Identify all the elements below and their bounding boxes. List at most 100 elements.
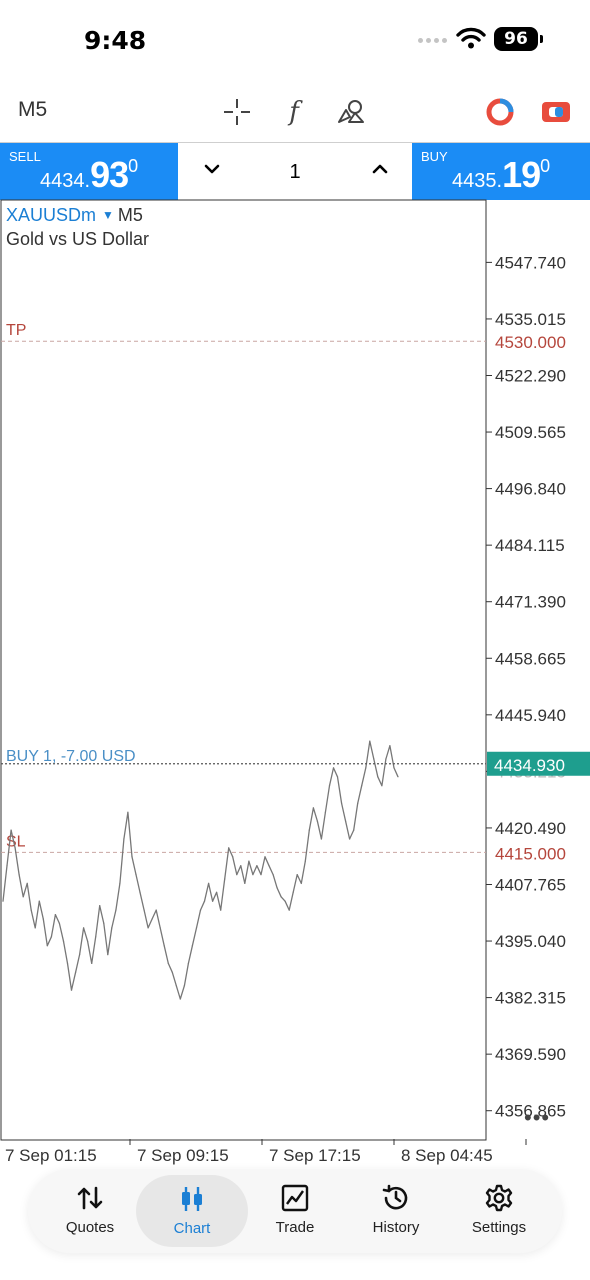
- price-point: [260, 874, 262, 876]
- price-point: [236, 874, 238, 876]
- y-tick-label: 4369.590: [495, 1045, 566, 1064]
- buy-button[interactable]: BUY 4435.190: [412, 143, 590, 200]
- trade-toggle-icon[interactable]: [484, 96, 516, 128]
- price-point: [22, 896, 24, 898]
- objects-icon[interactable]: [335, 96, 367, 128]
- lot-size-control: 1: [178, 143, 412, 200]
- status-time: 9:48: [84, 26, 147, 55]
- price-point: [349, 838, 351, 840]
- account-icon[interactable]: [540, 96, 572, 128]
- nav-settings[interactable]: Settings: [447, 1169, 551, 1253]
- price-point: [79, 954, 81, 956]
- price-point: [385, 758, 387, 760]
- chart-canvas[interactable]: 4547.740 4535.015 4522.290 4509.565 4496.840…: [0, 199, 590, 1169]
- status-bar: 9:48 96: [0, 0, 590, 80]
- buy-price: 4435.190: [452, 154, 551, 195]
- nav-history[interactable]: History: [344, 1169, 448, 1253]
- price-point: [75, 971, 77, 973]
- y-tick-label: 4484.115: [495, 536, 565, 555]
- price-point: [393, 767, 395, 769]
- sell-button[interactable]: SELL 4434.930: [0, 143, 178, 200]
- price-point: [389, 745, 391, 747]
- price-point: [179, 998, 181, 1000]
- price-point: [14, 847, 16, 849]
- price-point: [46, 945, 48, 947]
- price-point: [163, 945, 165, 947]
- lot-decrease-chevron-icon[interactable]: [200, 157, 224, 181]
- price-point: [232, 856, 234, 858]
- more-options-icon[interactable]: •••: [524, 1105, 550, 1131]
- tp-price-label: 4530.000: [495, 333, 566, 352]
- price-point: [187, 962, 189, 965]
- price-point: [284, 900, 286, 902]
- price-point: [244, 882, 246, 885]
- trade-line-icon: [281, 1184, 309, 1212]
- price-point: [159, 927, 161, 929]
- price-point: [341, 802, 343, 805]
- price-point: [26, 882, 28, 885]
- y-tick-label: 4509.565: [495, 423, 566, 442]
- price-point: [155, 909, 157, 911]
- symbol-name[interactable]: XAUUSDm: [6, 205, 96, 225]
- price-point: [228, 847, 230, 849]
- x-tick-label: 7 Sep 01:15: [5, 1146, 97, 1165]
- price-point: [320, 838, 322, 840]
- price-point: [377, 776, 379, 778]
- price-point: [224, 878, 226, 880]
- price-point: [191, 945, 193, 947]
- price-point: [115, 909, 117, 911]
- symbol-dropdown-icon[interactable]: ▼: [102, 208, 114, 222]
- price-point: [147, 927, 149, 929]
- y-tick-label: 4445.940: [495, 706, 566, 725]
- x-tick-label: 7 Sep 17:15: [269, 1146, 361, 1165]
- price-point: [328, 785, 331, 787]
- price-point: [175, 985, 177, 987]
- price-point: [99, 905, 101, 907]
- timeframe-button[interactable]: M5: [18, 98, 47, 122]
- price-point: [397, 776, 399, 778]
- battery-indicator: 96: [494, 27, 543, 51]
- price-point: [135, 874, 137, 876]
- price-point: [66, 962, 69, 965]
- nav-trade[interactable]: Trade: [243, 1169, 347, 1253]
- price-point: [34, 927, 36, 929]
- price-point: [30, 909, 32, 911]
- y-tick-label: 4407.765: [495, 875, 566, 894]
- nav-settings-label: Settings: [471, 1219, 527, 1236]
- price-point: [183, 985, 185, 987]
- lot-size-value[interactable]: 1: [283, 161, 307, 184]
- price-point: [2, 900, 4, 902]
- gear-icon: [485, 1184, 513, 1212]
- price-point: [195, 927, 198, 929]
- history-icon: [382, 1184, 408, 1210]
- price-point: [103, 922, 105, 925]
- nav-quotes[interactable]: Quotes: [38, 1169, 142, 1253]
- price-point: [292, 891, 294, 893]
- lot-increase-chevron-icon[interactable]: [368, 157, 392, 181]
- symbol-timeframe: M5: [117, 205, 143, 225]
- price-point: [167, 962, 169, 965]
- one-click-trade-panel: SELL 4434.930 1 BUY 4435.190: [0, 142, 590, 200]
- price-point: [373, 758, 375, 760]
- tp-label: TP: [6, 322, 26, 339]
- price-point: [143, 909, 145, 911]
- nav-chart[interactable]: Chart: [136, 1175, 248, 1247]
- nav-chart-label: Chart: [173, 1220, 211, 1237]
- symbol-header[interactable]: XAUUSDm ▼ M5: [6, 205, 143, 226]
- price-point: [171, 971, 173, 973]
- y-tick-label: 4395.040: [495, 932, 566, 951]
- price-point: [62, 940, 65, 942]
- price-point: [300, 882, 302, 885]
- price-point: [203, 900, 206, 902]
- indicators-icon[interactable]: f: [278, 96, 310, 128]
- price-point: [199, 909, 202, 911]
- crosshair-icon[interactable]: [221, 96, 253, 128]
- price-point: [252, 874, 254, 876]
- price-chart[interactable]: 4547.740 4535.015 4522.290 4509.565 4496.840…: [0, 199, 590, 1169]
- price-point: [38, 900, 40, 902]
- price-point: [119, 882, 121, 885]
- price-point: [10, 829, 12, 831]
- price-point: [50, 936, 53, 938]
- sell-price: 4434.930: [40, 154, 139, 195]
- price-point: [70, 989, 73, 991]
